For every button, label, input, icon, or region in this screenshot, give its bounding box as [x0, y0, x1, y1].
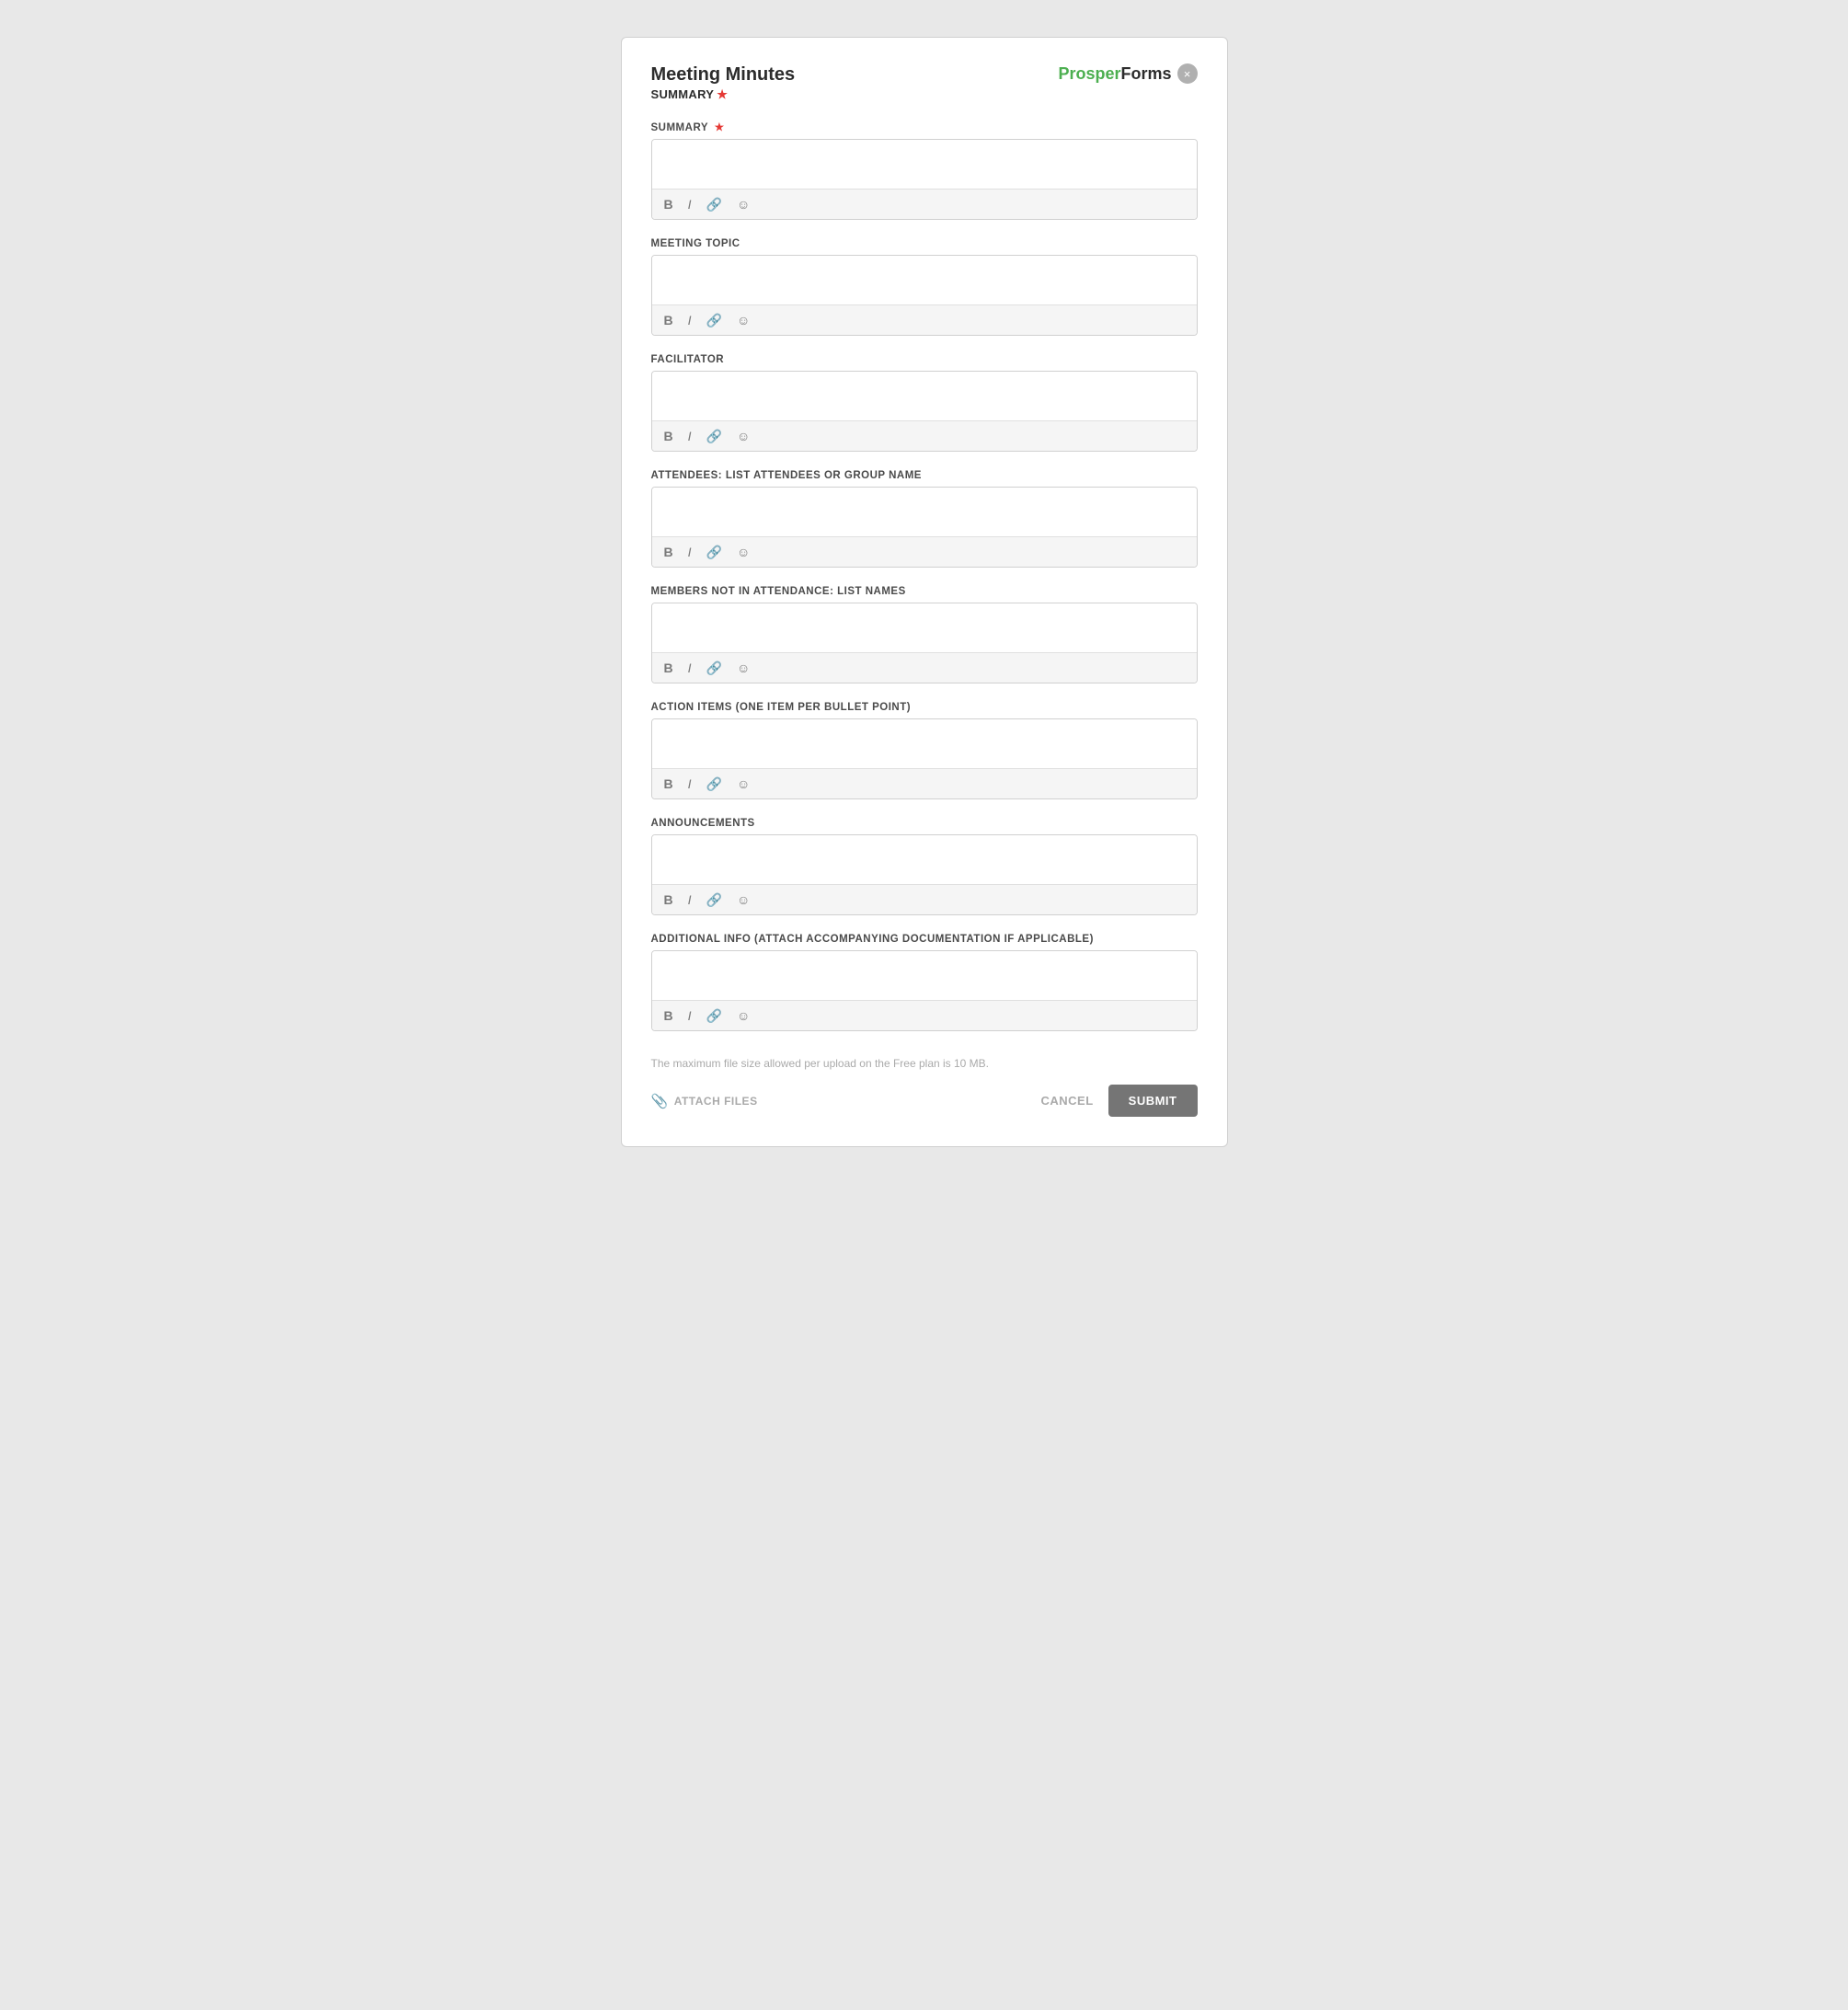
label-meeting-topic: MEETING TOPIC — [651, 238, 1198, 249]
input-facilitator[interactable] — [652, 372, 1197, 416]
link-button-attendees[interactable]: 🔗 — [704, 544, 725, 560]
italic-button-summary[interactable]: I — [685, 195, 694, 213]
logo-forms: Forms — [1120, 64, 1171, 84]
required-indicator: ★ — [711, 122, 725, 133]
toolbar-summary: B I 🔗 ☺ — [652, 189, 1197, 219]
bold-button-additional-info[interactable]: B — [661, 1006, 676, 1025]
toolbar-additional-info: B I 🔗 ☺ — [652, 1000, 1197, 1030]
paperclip-icon: 📎 — [651, 1093, 669, 1109]
input-summary[interactable] — [652, 140, 1197, 184]
emoji-button-meeting-topic[interactable]: ☺ — [734, 312, 752, 328]
toolbar-attendees: B I 🔗 ☺ — [652, 536, 1197, 567]
emoji-button-members-not-in-attendance[interactable]: ☺ — [734, 660, 752, 676]
emoji-button-attendees[interactable]: ☺ — [734, 544, 752, 560]
label-announcements: ANNOUNCEMENTS — [651, 818, 1198, 829]
label-members-not-in-attendance: MEMBERS NOT IN ATTENDANCE: LIST NAMES — [651, 586, 1198, 597]
input-action-items[interactable] — [652, 719, 1197, 764]
label-summary: SUMMARY ★ — [651, 121, 1198, 133]
toolbar-facilitator: B I 🔗 ☺ — [652, 420, 1197, 451]
footer-actions: 📎 ATTACH FILES CANCEL SUBMIT — [651, 1085, 1198, 1117]
input-attendees[interactable] — [652, 488, 1197, 532]
form-footer: The maximum file size allowed per upload… — [651, 1057, 1198, 1117]
form-container: Meeting Minutes SUMMARY★ ProsperForms × … — [621, 37, 1228, 1147]
bold-button-announcements[interactable]: B — [661, 890, 676, 909]
toolbar-members-not-in-attendance: B I 🔗 ☺ — [652, 652, 1197, 683]
editor-summary: B I 🔗 ☺ — [651, 139, 1198, 220]
required-star: ★ — [717, 87, 728, 101]
link-button-members-not-in-attendance[interactable]: 🔗 — [704, 660, 725, 676]
italic-button-action-items[interactable]: I — [685, 775, 694, 793]
italic-button-announcements[interactable]: I — [685, 890, 694, 909]
bold-button-meeting-topic[interactable]: B — [661, 311, 676, 329]
field-summary: SUMMARY ★ B I 🔗 ☺ — [651, 121, 1198, 220]
toolbar-meeting-topic: B I 🔗 ☺ — [652, 304, 1197, 335]
field-members-not-in-attendance: MEMBERS NOT IN ATTENDANCE: LIST NAMES B … — [651, 586, 1198, 683]
attach-label: ATTACH FILES — [674, 1095, 758, 1108]
label-attendees: ATTENDEES: LIST ATTENDEES OR GROUP NAME — [651, 470, 1198, 481]
editor-attendees: B I 🔗 ☺ — [651, 487, 1198, 568]
field-attendees: ATTENDEES: LIST ATTENDEES OR GROUP NAME … — [651, 470, 1198, 568]
close-button[interactable]: × — [1177, 63, 1198, 84]
submit-button[interactable]: SUBMIT — [1108, 1085, 1198, 1117]
link-button-meeting-topic[interactable]: 🔗 — [704, 312, 725, 328]
italic-button-meeting-topic[interactable]: I — [685, 311, 694, 329]
logo-prosper: Prosper — [1058, 64, 1120, 84]
italic-button-additional-info[interactable]: I — [685, 1006, 694, 1025]
form-title: Meeting Minutes — [651, 63, 796, 86]
bold-button-facilitator[interactable]: B — [661, 427, 676, 445]
input-additional-info[interactable] — [652, 951, 1197, 995]
input-meeting-topic[interactable] — [652, 256, 1197, 300]
toolbar-announcements: B I 🔗 ☺ — [652, 884, 1197, 914]
input-members-not-in-attendance[interactable] — [652, 603, 1197, 648]
editor-facilitator: B I 🔗 ☺ — [651, 371, 1198, 452]
link-button-additional-info[interactable]: 🔗 — [704, 1007, 725, 1024]
form-header: Meeting Minutes SUMMARY★ ProsperForms × — [651, 63, 1198, 102]
field-announcements: ANNOUNCEMENTS B I 🔗 ☺ — [651, 818, 1198, 915]
emoji-button-additional-info[interactable]: ☺ — [734, 1007, 752, 1024]
editor-meeting-topic: B I 🔗 ☺ — [651, 255, 1198, 336]
italic-button-members-not-in-attendance[interactable]: I — [685, 659, 694, 677]
bold-button-attendees[interactable]: B — [661, 543, 676, 561]
editor-announcements: B I 🔗 ☺ — [651, 834, 1198, 915]
label-additional-info: ADDITIONAL INFO (ATTACH ACCOMPANYING DOC… — [651, 934, 1198, 945]
italic-button-facilitator[interactable]: I — [685, 427, 694, 445]
input-announcements[interactable] — [652, 835, 1197, 879]
emoji-button-summary[interactable]: ☺ — [734, 196, 752, 212]
link-button-announcements[interactable]: 🔗 — [704, 891, 725, 908]
emoji-button-facilitator[interactable]: ☺ — [734, 428, 752, 444]
editor-action-items: B I 🔗 ☺ — [651, 718, 1198, 799]
emoji-button-action-items[interactable]: ☺ — [734, 775, 752, 792]
file-size-note: The maximum file size allowed per upload… — [651, 1057, 1198, 1070]
logo: ProsperForms — [1058, 64, 1171, 84]
logo-area: ProsperForms × — [1058, 63, 1197, 84]
form-subtitle: SUMMARY★ — [651, 87, 796, 102]
link-button-action-items[interactable]: 🔗 — [704, 775, 725, 792]
attach-files-button[interactable]: 📎 ATTACH FILES — [651, 1093, 758, 1109]
bold-button-action-items[interactable]: B — [661, 775, 676, 793]
label-facilitator: FACILITATOR — [651, 354, 1198, 365]
editor-members-not-in-attendance: B I 🔗 ☺ — [651, 603, 1198, 683]
bold-button-summary[interactable]: B — [661, 195, 676, 213]
bold-button-members-not-in-attendance[interactable]: B — [661, 659, 676, 677]
field-action-items: ACTION ITEMS (ONE ITEM PER BULLET POINT)… — [651, 702, 1198, 799]
cancel-button[interactable]: CANCEL — [1040, 1094, 1093, 1108]
form-title-block: Meeting Minutes SUMMARY★ — [651, 63, 796, 102]
field-meeting-topic: MEETING TOPIC B I 🔗 ☺ — [651, 238, 1198, 336]
field-facilitator: FACILITATOR B I 🔗 ☺ — [651, 354, 1198, 452]
italic-button-attendees[interactable]: I — [685, 543, 694, 561]
field-additional-info: ADDITIONAL INFO (ATTACH ACCOMPANYING DOC… — [651, 934, 1198, 1031]
toolbar-action-items: B I 🔗 ☺ — [652, 768, 1197, 798]
emoji-button-announcements[interactable]: ☺ — [734, 891, 752, 908]
link-button-facilitator[interactable]: 🔗 — [704, 428, 725, 444]
link-button-summary[interactable]: 🔗 — [704, 196, 725, 212]
action-buttons: CANCEL SUBMIT — [1040, 1085, 1197, 1117]
editor-additional-info: B I 🔗 ☺ — [651, 950, 1198, 1031]
label-action-items: ACTION ITEMS (ONE ITEM PER BULLET POINT) — [651, 702, 1198, 713]
